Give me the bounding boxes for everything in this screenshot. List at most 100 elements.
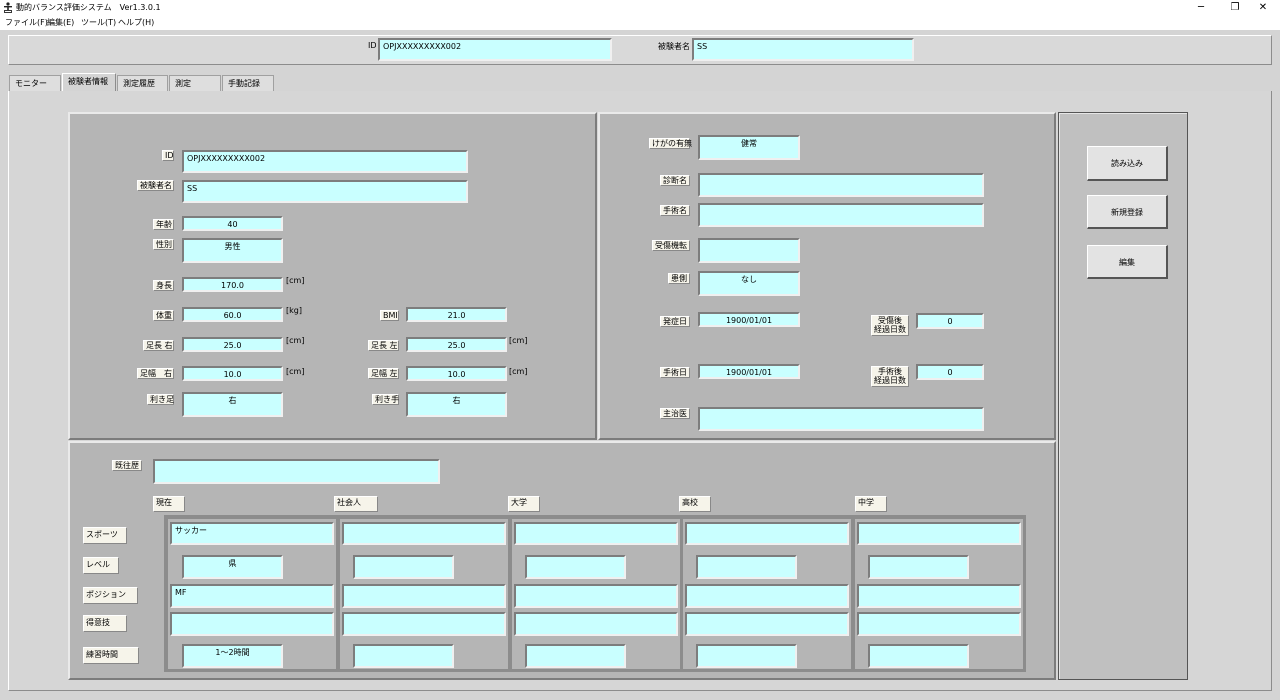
- age-field[interactable]: 40: [182, 216, 283, 231]
- height-unit: [cm]: [286, 276, 305, 285]
- history-cell-practice-university[interactable]: [525, 644, 626, 668]
- history-cell-practice-junior-high[interactable]: [868, 644, 969, 668]
- medical-history-label: 既往歴: [112, 460, 142, 471]
- history-cell-position-junior-high[interactable]: [857, 584, 1021, 608]
- menu-edit[interactable]: 編集(E): [47, 17, 74, 28]
- injury-mechanism-label: 受傷機転: [652, 240, 690, 251]
- history-cell-position-current[interactable]: MF: [170, 584, 334, 608]
- history-cell-specialty-junior-high[interactable]: [857, 612, 1021, 636]
- diagnosis-field[interactable]: [698, 173, 984, 197]
- days-since-surgery-field[interactable]: 0: [916, 364, 984, 380]
- header-id-field[interactable]: OPJXXXXXXXXX002: [378, 38, 612, 61]
- days-since-injury-field[interactable]: 0: [916, 313, 984, 329]
- header-name-label: 被験者名: [658, 42, 690, 51]
- new-register-button[interactable]: 新規登録: [1087, 195, 1168, 229]
- attending-doctor-field[interactable]: [698, 407, 984, 431]
- id-field[interactable]: OPJXXXXXXXXX002: [182, 150, 468, 173]
- column-header-junior-high: 中学: [855, 496, 887, 512]
- surgery-name-field[interactable]: [698, 203, 984, 227]
- tab-subject-info[interactable]: 被験者情報: [62, 73, 116, 91]
- row-label-position: ポジション: [83, 587, 138, 604]
- foot-length-left-field[interactable]: 25.0: [406, 337, 507, 352]
- injury-mechanism-field[interactable]: [698, 238, 800, 263]
- column-header-current: 現在: [153, 496, 185, 512]
- history-cell-sport-university[interactable]: [514, 522, 678, 545]
- tab-manual-record[interactable]: 手動記録: [222, 75, 274, 91]
- title-bar: 動的バランス評価システム Ver1.3.0.1 ─ ❐ ✕: [0, 0, 1280, 16]
- history-cell-level-junior-high[interactable]: [868, 555, 969, 579]
- history-cell-position-university[interactable]: [514, 584, 678, 608]
- history-cell-level-current[interactable]: 県: [182, 555, 283, 579]
- onset-date-field[interactable]: 1900/01/01: [698, 312, 800, 327]
- id-label: ID: [162, 150, 174, 161]
- history-cell-position-working[interactable]: [342, 584, 506, 608]
- history-cell-practice-current[interactable]: 1～2時間: [182, 644, 283, 668]
- attending-doctor-label: 主治医: [660, 408, 690, 419]
- foot-length-left-label: 足長 左: [368, 340, 399, 351]
- foot-width-left-field[interactable]: 10.0: [406, 366, 507, 381]
- days-since-injury-label: 受傷後 経過日数: [871, 315, 909, 336]
- foot-length-left-unit: [cm]: [509, 336, 528, 345]
- history-cell-specialty-university[interactable]: [514, 612, 678, 636]
- dominant-hand-label: 利き手: [372, 394, 399, 405]
- weight-label: 体重: [153, 310, 174, 321]
- sex-label: 性別: [153, 239, 174, 250]
- menu-bar: ファイル(F) 編集(E) ツール(T) ヘルプ(H): [0, 16, 1280, 30]
- subject-name-label: 被験者名: [137, 180, 174, 191]
- header-panel: [8, 35, 1272, 65]
- foot-length-right-field[interactable]: 25.0: [182, 337, 283, 352]
- history-cell-specialty-working[interactable]: [342, 612, 506, 636]
- dominant-foot-field[interactable]: 右: [182, 392, 283, 417]
- history-cell-level-university[interactable]: [525, 555, 626, 579]
- history-cell-specialty-high-school[interactable]: [685, 612, 849, 636]
- history-cell-practice-working[interactable]: [353, 644, 454, 668]
- age-label: 年齢: [153, 219, 174, 230]
- menu-file[interactable]: ファイル(F): [5, 17, 48, 28]
- subject-name-field[interactable]: SS: [182, 180, 468, 203]
- history-cell-specialty-current[interactable]: [170, 612, 334, 636]
- history-cell-sport-junior-high[interactable]: [857, 522, 1021, 545]
- minimize-button[interactable]: ─: [1184, 0, 1218, 16]
- foot-width-right-field[interactable]: 10.0: [182, 366, 283, 381]
- column-header-working: 社会人: [334, 496, 378, 512]
- sex-field[interactable]: 男性: [182, 238, 283, 263]
- menu-help[interactable]: ヘルプ(H): [118, 17, 154, 28]
- surgery-date-field[interactable]: 1900/01/01: [698, 364, 800, 379]
- history-cell-practice-high-school[interactable]: [696, 644, 797, 668]
- edit-button[interactable]: 編集: [1087, 245, 1168, 279]
- history-cell-level-high-school[interactable]: [696, 555, 797, 579]
- days-since-surgery-label: 手術後 経過日数: [871, 366, 909, 387]
- app-icon: [4, 2, 12, 13]
- bmi-label: BMI: [380, 310, 399, 321]
- header-name-field[interactable]: SS: [692, 38, 914, 61]
- tab-measurement-history[interactable]: 測定履歴: [117, 75, 168, 91]
- history-cell-sport-high-school[interactable]: [685, 522, 849, 545]
- history-cell-position-high-school[interactable]: [685, 584, 849, 608]
- column-header-high-school: 高校: [679, 496, 711, 512]
- row-label-level: レベル: [83, 557, 119, 574]
- injury-panel: [598, 112, 1056, 440]
- header-id-label: ID: [368, 41, 377, 50]
- weight-field[interactable]: 60.0: [182, 307, 283, 322]
- injury-presence-field[interactable]: 健常: [698, 135, 800, 160]
- weight-unit: [kg]: [286, 306, 302, 315]
- row-label-practice-time: 練習時間: [83, 647, 139, 664]
- dominant-hand-field[interactable]: 右: [406, 392, 507, 417]
- height-field[interactable]: 170.0: [182, 277, 283, 292]
- foot-width-left-label: 足幅 左: [368, 368, 399, 379]
- menu-tools[interactable]: ツール(T): [81, 17, 116, 28]
- foot-length-right-unit: [cm]: [286, 336, 305, 345]
- row-label-sport: スポーツ: [83, 527, 127, 544]
- affected-side-field[interactable]: なし: [698, 271, 800, 296]
- injury-presence-label: けがの有無: [649, 138, 692, 149]
- close-button[interactable]: ✕: [1246, 0, 1280, 16]
- load-button[interactable]: 読み込み: [1087, 146, 1168, 181]
- affected-side-label: 患側: [668, 273, 690, 284]
- tab-monitor[interactable]: モニター: [9, 75, 61, 91]
- history-cell-sport-working[interactable]: [342, 522, 506, 545]
- medical-history-field[interactable]: [153, 459, 440, 484]
- history-cell-sport-current[interactable]: サッカー: [170, 522, 334, 545]
- bmi-field[interactable]: 21.0: [406, 307, 507, 322]
- tab-measurement[interactable]: 測定: [169, 75, 221, 91]
- history-cell-level-working[interactable]: [353, 555, 454, 579]
